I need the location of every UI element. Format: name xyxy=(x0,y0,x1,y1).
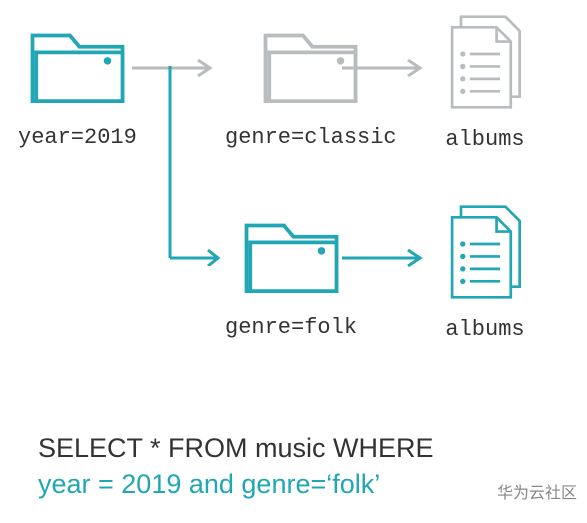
albums-folk-label: albums xyxy=(445,317,524,342)
query-line-1: SELECT * FROM music WHERE xyxy=(38,430,434,466)
connector-icon xyxy=(160,66,230,266)
folder-icon xyxy=(244,218,339,293)
document-stack-icon xyxy=(445,202,525,302)
classic-node: genre=classic xyxy=(225,28,397,150)
albums-classic-label: albums xyxy=(445,127,524,152)
folk-label: genre=folk xyxy=(225,315,357,340)
root-node: year=2019 xyxy=(18,28,137,150)
query-line-2: year = 2019 and genre=‘folk’ xyxy=(38,466,434,502)
document-stack-icon xyxy=(445,12,525,112)
folk-node: genre=folk xyxy=(225,218,357,340)
sql-query: SELECT * FROM music WHERE year = 2019 an… xyxy=(38,430,434,503)
albums-classic-node: albums xyxy=(445,12,525,152)
arrow-icon xyxy=(340,58,430,78)
partition-diagram: year=2019 genre=classic albums xyxy=(0,0,587,380)
arrow-icon xyxy=(340,248,430,268)
classic-label: genre=classic xyxy=(225,125,397,150)
folder-icon xyxy=(30,28,125,103)
watermark: 华为云社区 xyxy=(497,479,577,503)
albums-folk-node: albums xyxy=(445,202,525,342)
root-label: year=2019 xyxy=(18,125,137,150)
